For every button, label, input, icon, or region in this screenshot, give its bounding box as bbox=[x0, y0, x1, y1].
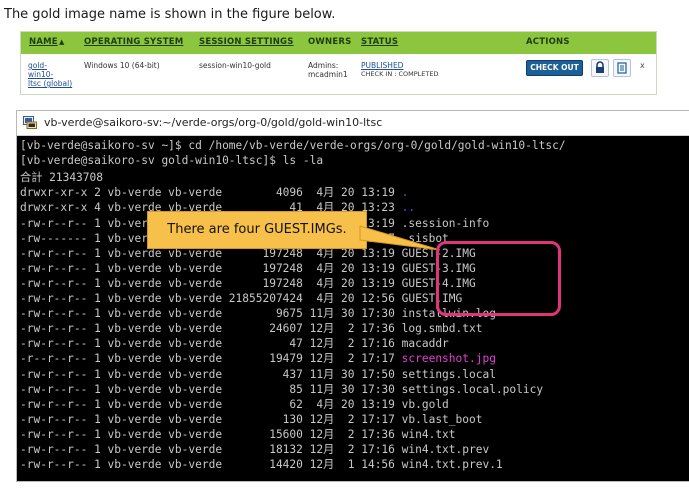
callout-pointer-shape bbox=[359, 225, 441, 251]
callout-pointer bbox=[359, 225, 441, 251]
guest-img-highlight bbox=[436, 241, 561, 316]
